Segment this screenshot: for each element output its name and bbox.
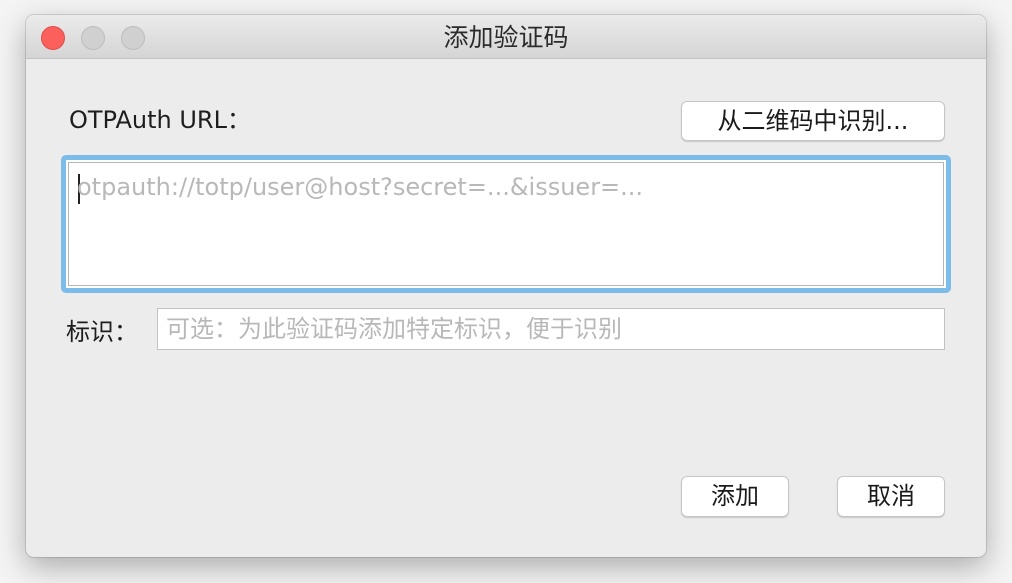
- add-otp-dialog: 添加验证码 OTPAuth URL： 从二维码中识别... otpauth://…: [26, 15, 986, 557]
- identifier-label: 标识：: [66, 318, 138, 346]
- identifier-placeholder: 可选：为此验证码添加特定标识，便于识别: [166, 315, 622, 343]
- identifier-input[interactable]: 可选：为此验证码添加特定标识，便于识别: [157, 308, 945, 350]
- add-button[interactable]: 添加: [681, 476, 789, 517]
- otpauth-url-field[interactable]: otpauth://totp/user@host?secret=...&issu…: [61, 155, 951, 293]
- otpauth-url-placeholder: otpauth://totp/user@host?secret=...&issu…: [77, 173, 644, 201]
- scan-qr-code-button[interactable]: 从二维码中识别...: [681, 101, 945, 141]
- cancel-button[interactable]: 取消: [837, 476, 945, 517]
- otpauth-url-label: OTPAuth URL：: [69, 106, 251, 134]
- otpauth-url-input-area[interactable]: otpauth://totp/user@host?secret=...&issu…: [68, 162, 944, 286]
- title-bar[interactable]: 添加验证码: [26, 15, 986, 59]
- window-title: 添加验证码: [443, 23, 569, 52]
